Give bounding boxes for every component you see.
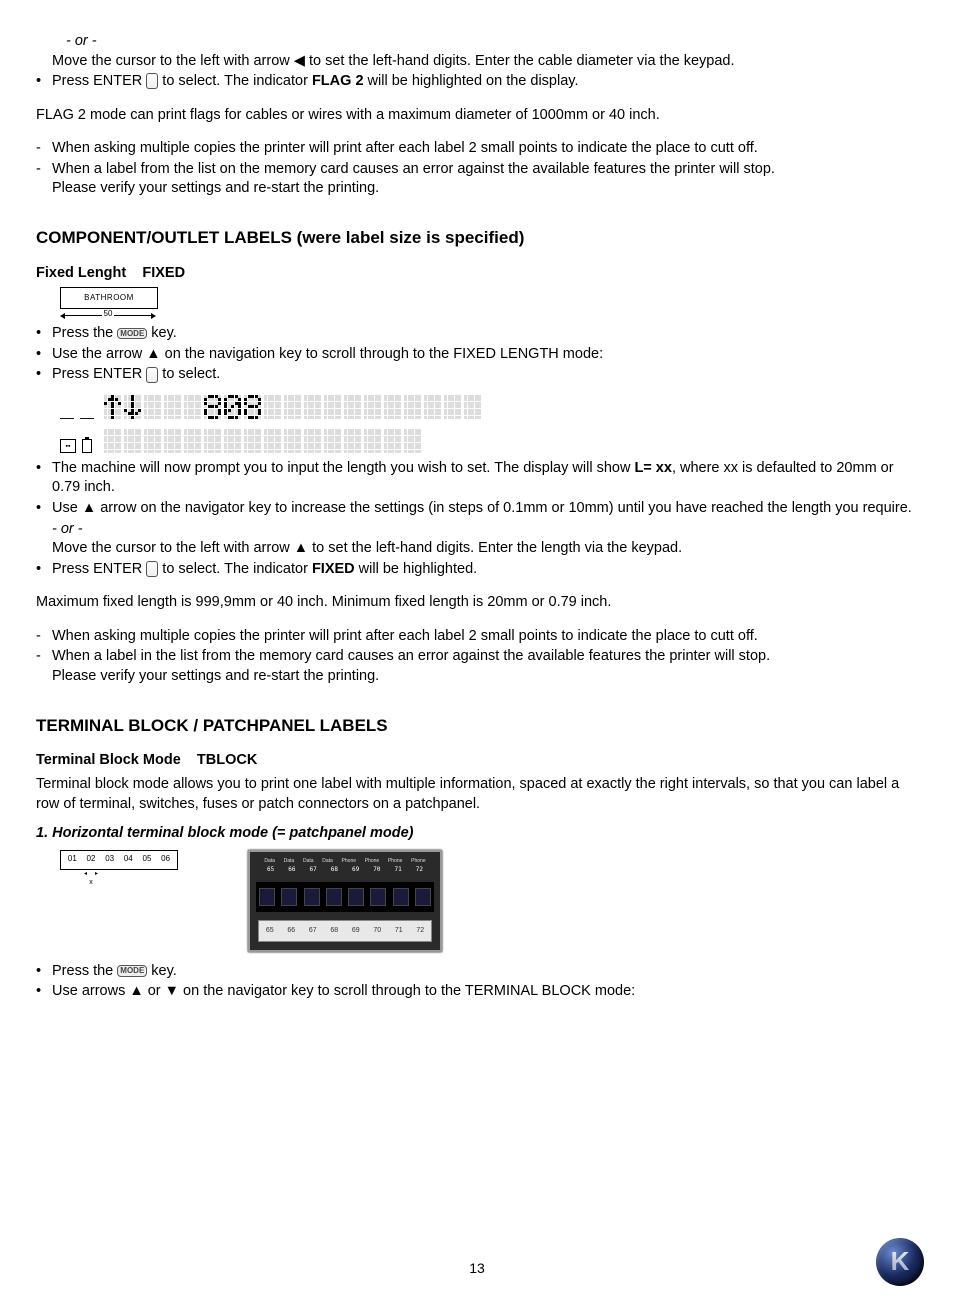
or-text: - or -: [52, 520, 918, 540]
bullet-marker: •: [36, 560, 52, 580]
label-size-arrow: 50: [60, 309, 156, 320]
mode-key-icon: MODE: [117, 965, 147, 977]
bullet-marker: •: [36, 499, 52, 519]
bullet-marker: •: [36, 962, 52, 982]
press-enter-fixed-line: Press ENTER to select. The indicator FIX…: [52, 560, 918, 580]
fixed-length-subhead: Fixed Lenght FIXED: [36, 264, 918, 284]
use-arrow-line: Use the arrow ▲ on the navigation key to…: [52, 345, 918, 365]
lcd-display-diagram: —— ▪▪: [60, 395, 918, 453]
press-enter-line: Press ENTER to select.: [52, 365, 918, 385]
dash-marker: -: [36, 160, 52, 199]
bullet-marker: •: [36, 365, 52, 385]
press-mode-line: Press the MODE key.: [52, 324, 918, 344]
dash-marker: -: [36, 139, 52, 159]
bullet-marker: •: [36, 72, 52, 92]
section-heading-terminal: TERMINAL BLOCK / PATCHPANEL LABELS: [36, 715, 918, 738]
enter-icon: [146, 73, 158, 89]
horizontal-mode-heading: 1. Horizontal terminal block mode (= pat…: [36, 824, 918, 844]
dash-line: When a label from the list on the memory…: [52, 160, 918, 199]
press-mode-line: Press the MODE key.: [52, 962, 918, 982]
mode-key-icon: MODE: [117, 328, 147, 340]
dash-line: When a label in the list from the memory…: [52, 647, 918, 686]
dash-line: When asking multiple copies the printer …: [52, 139, 918, 159]
max-fixed-length: Maximum fixed length is 999,9mm or 40 in…: [36, 593, 918, 613]
bullet-marker: •: [36, 324, 52, 344]
use-arrows-line: Use arrows ▲ or ▼ on the navigator key t…: [52, 982, 918, 1002]
use-arrow-increase-line: Use ▲ arrow on the navigator key to incr…: [52, 499, 918, 519]
flag2-capability: FLAG 2 mode can print flags for cables o…: [36, 106, 918, 126]
tblock-underarrow: ◂▸x: [84, 870, 98, 888]
enter-icon: [146, 367, 158, 383]
bathroom-label-diagram: BATHROOM: [60, 287, 158, 309]
terminal-desc: Terminal block mode allows you to print …: [36, 775, 918, 814]
section-heading-component: COMPONENT/OUTLET LABELS (were label size…: [36, 227, 918, 250]
page-number: 13: [0, 1259, 954, 1278]
move-cursor-line: Move the cursor to the left with arrow ▲…: [52, 539, 918, 559]
bullet-marker: •: [36, 345, 52, 365]
bullet-marker: •: [36, 459, 52, 498]
or-text: - or -: [66, 32, 918, 52]
tblock-label-diagram: 010203040506: [60, 850, 178, 870]
bullet-marker: •: [36, 982, 52, 1002]
move-cursor-line: Move the cursor to the left with arrow ◀…: [52, 52, 918, 72]
brand-logo: K: [876, 1238, 924, 1286]
dash-line: When asking multiple copies the printer …: [52, 627, 918, 647]
terminal-block-subhead: Terminal Block Mode TBLOCK: [36, 751, 918, 771]
dash-marker: -: [36, 627, 52, 647]
enter-icon: [146, 561, 158, 577]
prompt-length-line: The machine will now prompt you to input…: [52, 459, 918, 498]
press-enter-line: Press ENTER to select. The indicator FLA…: [52, 72, 918, 92]
patchpanel-photo: DataDataDataDataPhonePhonePhonePhone 656…: [248, 850, 442, 952]
dash-marker: -: [36, 647, 52, 686]
